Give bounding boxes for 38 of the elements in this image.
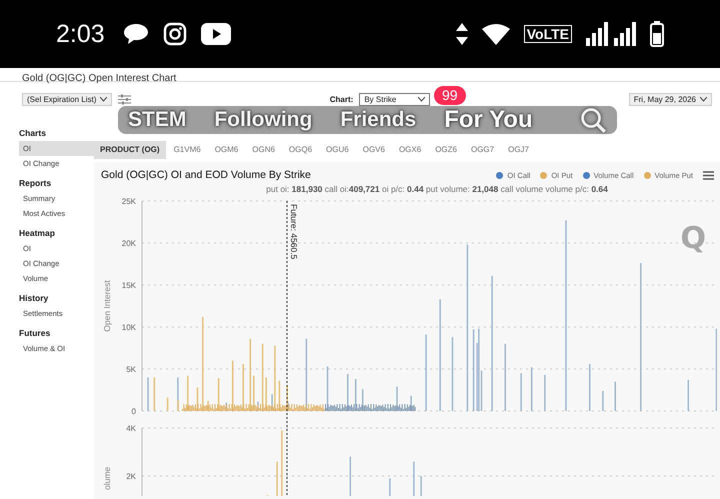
network-type: VoLTE [524, 25, 572, 43]
chart-type-select[interactable]: By Strike [359, 92, 430, 106]
axis-tick-label: 20K [122, 239, 136, 248]
page-title: Gold (OG|GC) Open Interest Chart [22, 73, 176, 85]
expiration-select[interactable]: (Sel Expiration List) [22, 92, 112, 106]
contract-tab[interactable]: G1VM6 [168, 141, 207, 159]
axis-title: Open Interest [102, 280, 112, 332]
axis-tick-label: 10K [122, 323, 136, 332]
contract-tab[interactable]: OGQ6 [282, 141, 318, 159]
chart-title: Gold (OG|GC) OI and EOD Volume By Strike [101, 169, 312, 181]
axis-tick-label: 5K [126, 365, 136, 374]
future-label: Future: 4560.5 [289, 204, 299, 260]
contract-tab[interactable]: OGG7 [464, 141, 500, 159]
sidebar-heading: Charts [19, 128, 47, 138]
contract-tab[interactable]: OGJ7 [502, 141, 535, 159]
axis-tick-label: 2K [126, 472, 136, 481]
contract-tab[interactable]: OGM6 [208, 141, 244, 159]
contract-tab[interactable]: OGZ6 [429, 141, 463, 159]
chart-stats: put oi: 181,930 call oi:409,721 oi p/c: 0.44 put volume: 21,048 call volume volume p/c: 0.64 [265, 184, 609, 194]
clock-time: 2:03 [56, 20, 105, 48]
axis-tick-label: 25K [122, 197, 136, 206]
contract-tab[interactable]: PRODUCT (OG) [94, 141, 166, 159]
axis-tick-label: 4K [126, 424, 136, 433]
sidebar-heading: Reports [19, 178, 52, 188]
axis-tick-label: 0 [132, 407, 136, 416]
axis-tick-label: 15K [122, 281, 136, 290]
contract-tab[interactable]: OGX6 [392, 141, 428, 159]
sidebar-heading: Heatmap [19, 228, 56, 238]
sidebar-heading: History [19, 293, 50, 303]
contract-tab[interactable]: OGV6 [356, 141, 391, 159]
date-select[interactable]: Fri, May 29, 2026 [628, 92, 712, 106]
axis-title: olume [102, 466, 112, 490]
contract-tab[interactable]: OGU6 [320, 141, 355, 159]
notification-badge: 99 [434, 86, 466, 105]
chart-logo: Q [680, 224, 706, 254]
sidebar-heading: Futures [19, 328, 52, 338]
chart-label: Chart: [330, 94, 354, 104]
contract-tab[interactable]: OGN6 [246, 141, 281, 159]
